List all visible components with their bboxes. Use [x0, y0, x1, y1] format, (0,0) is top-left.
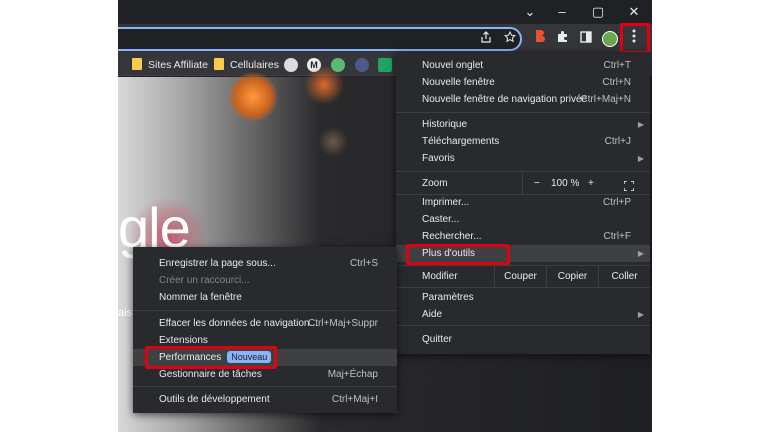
address-bar[interactable]: [118, 27, 522, 51]
more-tools-highlight: [406, 244, 510, 265]
page-text-fragment: ais: [118, 307, 133, 319]
toolbar: [118, 23, 652, 54]
browser-window: ⌄ – ▢ ✕ Sites Affiliate Cellulaires M gl…: [118, 0, 652, 432]
submenu-arrow-icon: ▶: [637, 120, 644, 129]
more-menu-highlight: [620, 23, 650, 54]
minimize-button[interactable]: –: [544, 0, 580, 24]
side-panel-icon[interactable]: [576, 29, 596, 49]
fullscreen-icon[interactable]: [623, 178, 635, 192]
folder-icon: [214, 58, 224, 71]
bokeh-light: [318, 127, 348, 157]
bookmark-favicon-3[interactable]: [355, 58, 369, 72]
submenu-arrow-icon: ▶: [637, 154, 644, 163]
menu-item-clear-data[interactable]: Effacer les données de navigation... Ctr…: [133, 315, 397, 332]
zoom-in-button[interactable]: +: [588, 173, 594, 194]
menu-item-edit: Modifier Couper Copier Coller: [396, 266, 650, 287]
menu-item-find[interactable]: Rechercher... Ctrl+F: [396, 228, 650, 245]
chrome-main-menu: Nouvel onglet Ctrl+T Nouvelle fenêtre Ct…: [396, 52, 650, 354]
bookmark-star-icon[interactable]: [500, 29, 520, 49]
maximize-button[interactable]: ▢: [580, 0, 616, 24]
menu-item-favorites[interactable]: Favoris ▶: [396, 150, 650, 167]
extension-b-icon[interactable]: [530, 29, 550, 49]
bookmark-cellulaires[interactable]: Cellulaires: [214, 57, 279, 73]
menu-item-help[interactable]: Aide ▶: [396, 306, 650, 323]
cut-button[interactable]: Couper: [494, 266, 546, 287]
menu-item-create-shortcut: Créer un raccourci...: [159, 275, 250, 286]
menu-item-incognito[interactable]: Nouvelle fenêtre de navigation privée Ct…: [396, 91, 650, 108]
menu-separator: [396, 325, 650, 326]
extensions-puzzle-icon[interactable]: [552, 29, 572, 49]
menu-separator: [133, 386, 397, 387]
menu-item-downloads[interactable]: Téléchargements Ctrl+J: [396, 133, 650, 150]
profile-avatar[interactable]: [600, 29, 620, 49]
menu-item-task-manager[interactable]: Gestionnaire de tâches Maj+Échap: [133, 366, 397, 383]
menu-item-new-window[interactable]: Nouvelle fenêtre Ctrl+N: [396, 74, 650, 91]
bookmark-favicon-drive[interactable]: [378, 58, 392, 72]
menu-item-name-window[interactable]: Nommer la fenêtre: [133, 289, 397, 306]
menu-separator: [396, 171, 650, 172]
zoom-level: 100 %: [551, 178, 580, 189]
copy-button[interactable]: Copier: [546, 266, 598, 287]
menu-item-dev-tools[interactable]: Outils de développement Ctrl+Maj+I: [133, 391, 397, 408]
menu-item-cast[interactable]: Caster...: [396, 211, 650, 228]
submenu-arrow-icon: ▶: [637, 310, 644, 319]
folder-icon: [132, 58, 142, 71]
bookmark-favicon-1[interactable]: [284, 58, 298, 72]
paste-button[interactable]: Coller: [598, 266, 650, 287]
tab-search-icon[interactable]: ⌄: [512, 0, 548, 24]
menu-item-new-tab[interactable]: Nouvel onglet Ctrl+T: [396, 57, 650, 74]
menu-item-settings[interactable]: Paramètres: [396, 289, 650, 306]
bookmark-sites-affiliate[interactable]: Sites Affiliate: [132, 57, 208, 73]
menu-separator: [396, 112, 650, 113]
menu-item-zoom: Zoom − 100 % +: [396, 173, 650, 194]
bokeh-light: [304, 65, 344, 105]
share-icon[interactable]: [476, 29, 496, 49]
menu-separator: [396, 287, 650, 288]
menu-item-print[interactable]: Imprimer... Ctrl+P: [396, 194, 650, 211]
more-tools-submenu: Enregistrer la page sous... Ctrl+S Créer…: [133, 247, 397, 413]
menu-separator: [133, 310, 397, 311]
close-button[interactable]: ✕: [616, 0, 652, 24]
bokeh-light: [228, 72, 278, 122]
menu-item-quit[interactable]: Quitter: [396, 331, 650, 348]
menu-item-save-page[interactable]: Enregistrer la page sous... Ctrl+S: [133, 255, 397, 272]
zoom-divider: [522, 173, 523, 194]
zoom-out-button[interactable]: −: [534, 173, 540, 194]
title-bar: ⌄ – ▢ ✕: [118, 0, 652, 24]
menu-item-history[interactable]: Historique ▶: [396, 116, 650, 133]
submenu-arrow-icon: ▶: [637, 249, 644, 258]
